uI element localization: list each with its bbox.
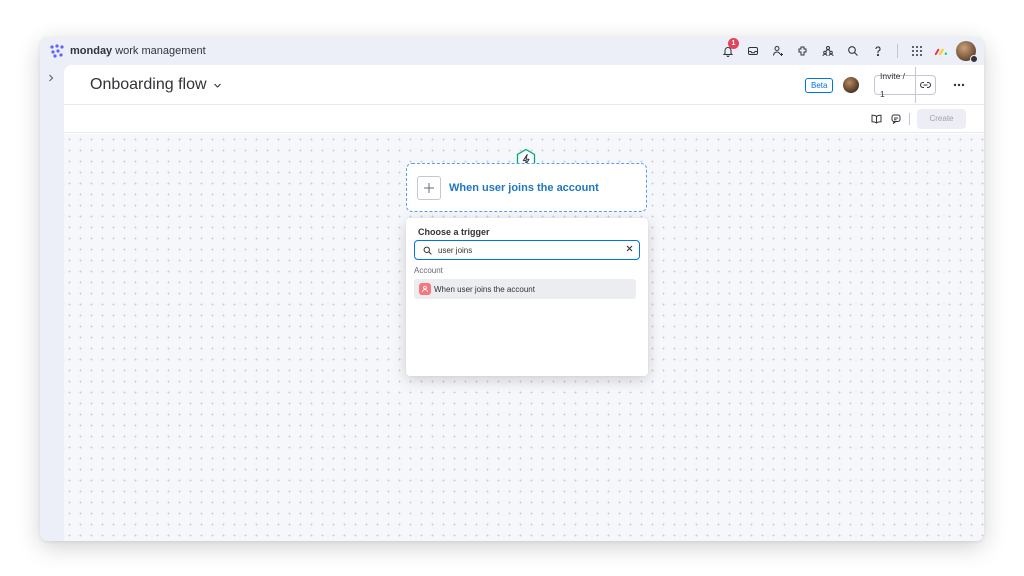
brand-product: work management bbox=[115, 45, 206, 57]
trigger-card[interactable]: When user joins the account bbox=[406, 163, 647, 212]
expand-sidebar-button[interactable] bbox=[44, 71, 58, 85]
book-icon bbox=[871, 114, 881, 124]
people-button[interactable] bbox=[817, 40, 839, 62]
copy-link-button[interactable] bbox=[916, 81, 935, 89]
apps-grid-icon bbox=[912, 46, 922, 56]
monday-product-switcher[interactable] bbox=[930, 43, 952, 59]
divider bbox=[909, 113, 910, 125]
trigger-option-label: When user joins the account bbox=[434, 284, 535, 294]
owner-avatar[interactable] bbox=[843, 77, 859, 93]
plus-icon bbox=[424, 182, 434, 193]
invite-label: Invite / 1 bbox=[875, 67, 916, 103]
invite-members-button[interactable] bbox=[767, 40, 789, 62]
user-icon bbox=[419, 283, 431, 295]
apps-button[interactable] bbox=[906, 40, 928, 62]
top-icons: 1 bbox=[714, 38, 978, 63]
people-icon bbox=[822, 46, 834, 57]
invite-members-icon bbox=[773, 46, 783, 56]
chevron-right-icon bbox=[49, 74, 54, 82]
inbox-button[interactable] bbox=[742, 40, 764, 62]
monday-mark-icon bbox=[934, 48, 947, 55]
top-bar: monday work management 1 bbox=[40, 37, 984, 65]
search-icon bbox=[423, 246, 432, 255]
board-header: Onboarding flow Beta Invite / 1 bbox=[64, 65, 984, 105]
divider bbox=[897, 44, 898, 58]
more-icon bbox=[953, 83, 965, 87]
user-avatar[interactable] bbox=[956, 41, 978, 63]
notifications-button[interactable]: 1 bbox=[717, 38, 739, 62]
chevron-down-icon bbox=[213, 83, 221, 88]
brand-name: monday bbox=[70, 45, 113, 57]
trigger-title: When user joins the account bbox=[449, 181, 599, 194]
beta-badge: Beta bbox=[805, 78, 834, 93]
invite-button[interactable]: Invite / 1 bbox=[874, 67, 936, 103]
trigger-picker-title: Choose a trigger bbox=[418, 227, 490, 237]
account-status-icon bbox=[970, 55, 978, 63]
workflow-toolbar: Create bbox=[64, 105, 984, 133]
clear-search-button[interactable] bbox=[626, 244, 633, 255]
monday-logo-icon bbox=[50, 44, 64, 58]
trigger-option[interactable]: When user joins the account bbox=[414, 279, 636, 299]
left-sidebar-collapsed bbox=[40, 65, 62, 541]
trigger-search-box bbox=[414, 240, 640, 260]
search-button[interactable] bbox=[842, 40, 864, 62]
app-window: monday work management 1 Onboarding flow… bbox=[40, 37, 984, 541]
docs-button[interactable] bbox=[869, 112, 883, 126]
integrations-icon bbox=[798, 46, 807, 56]
trigger-search-input[interactable] bbox=[438, 245, 608, 255]
brand[interactable]: monday work management bbox=[49, 44, 206, 58]
search-icon bbox=[848, 46, 858, 56]
feedback-button[interactable] bbox=[889, 112, 903, 126]
inbox-icon bbox=[748, 47, 758, 55]
chat-icon bbox=[891, 114, 901, 124]
create-button[interactable]: Create bbox=[917, 109, 966, 129]
integrations-button[interactable] bbox=[792, 40, 814, 62]
board-title-dropdown[interactable]: Onboarding flow bbox=[90, 76, 222, 94]
notification-badge: 1 bbox=[728, 38, 739, 49]
more-options-button[interactable] bbox=[949, 75, 969, 95]
help-button[interactable] bbox=[867, 40, 889, 62]
trigger-group-label: Account bbox=[414, 266, 443, 275]
page-title: Onboarding flow bbox=[90, 76, 207, 93]
link-icon bbox=[919, 82, 931, 88]
main-panel: Onboarding flow Beta Invite / 1 Create W… bbox=[64, 65, 984, 541]
add-trigger-button[interactable] bbox=[417, 175, 441, 200]
trigger-picker: Choose a trigger Account When user joins… bbox=[406, 218, 648, 376]
close-icon bbox=[626, 245, 633, 252]
workflow-canvas[interactable]: When user joins the account Choose a tri… bbox=[64, 134, 984, 541]
help-icon bbox=[875, 46, 881, 57]
